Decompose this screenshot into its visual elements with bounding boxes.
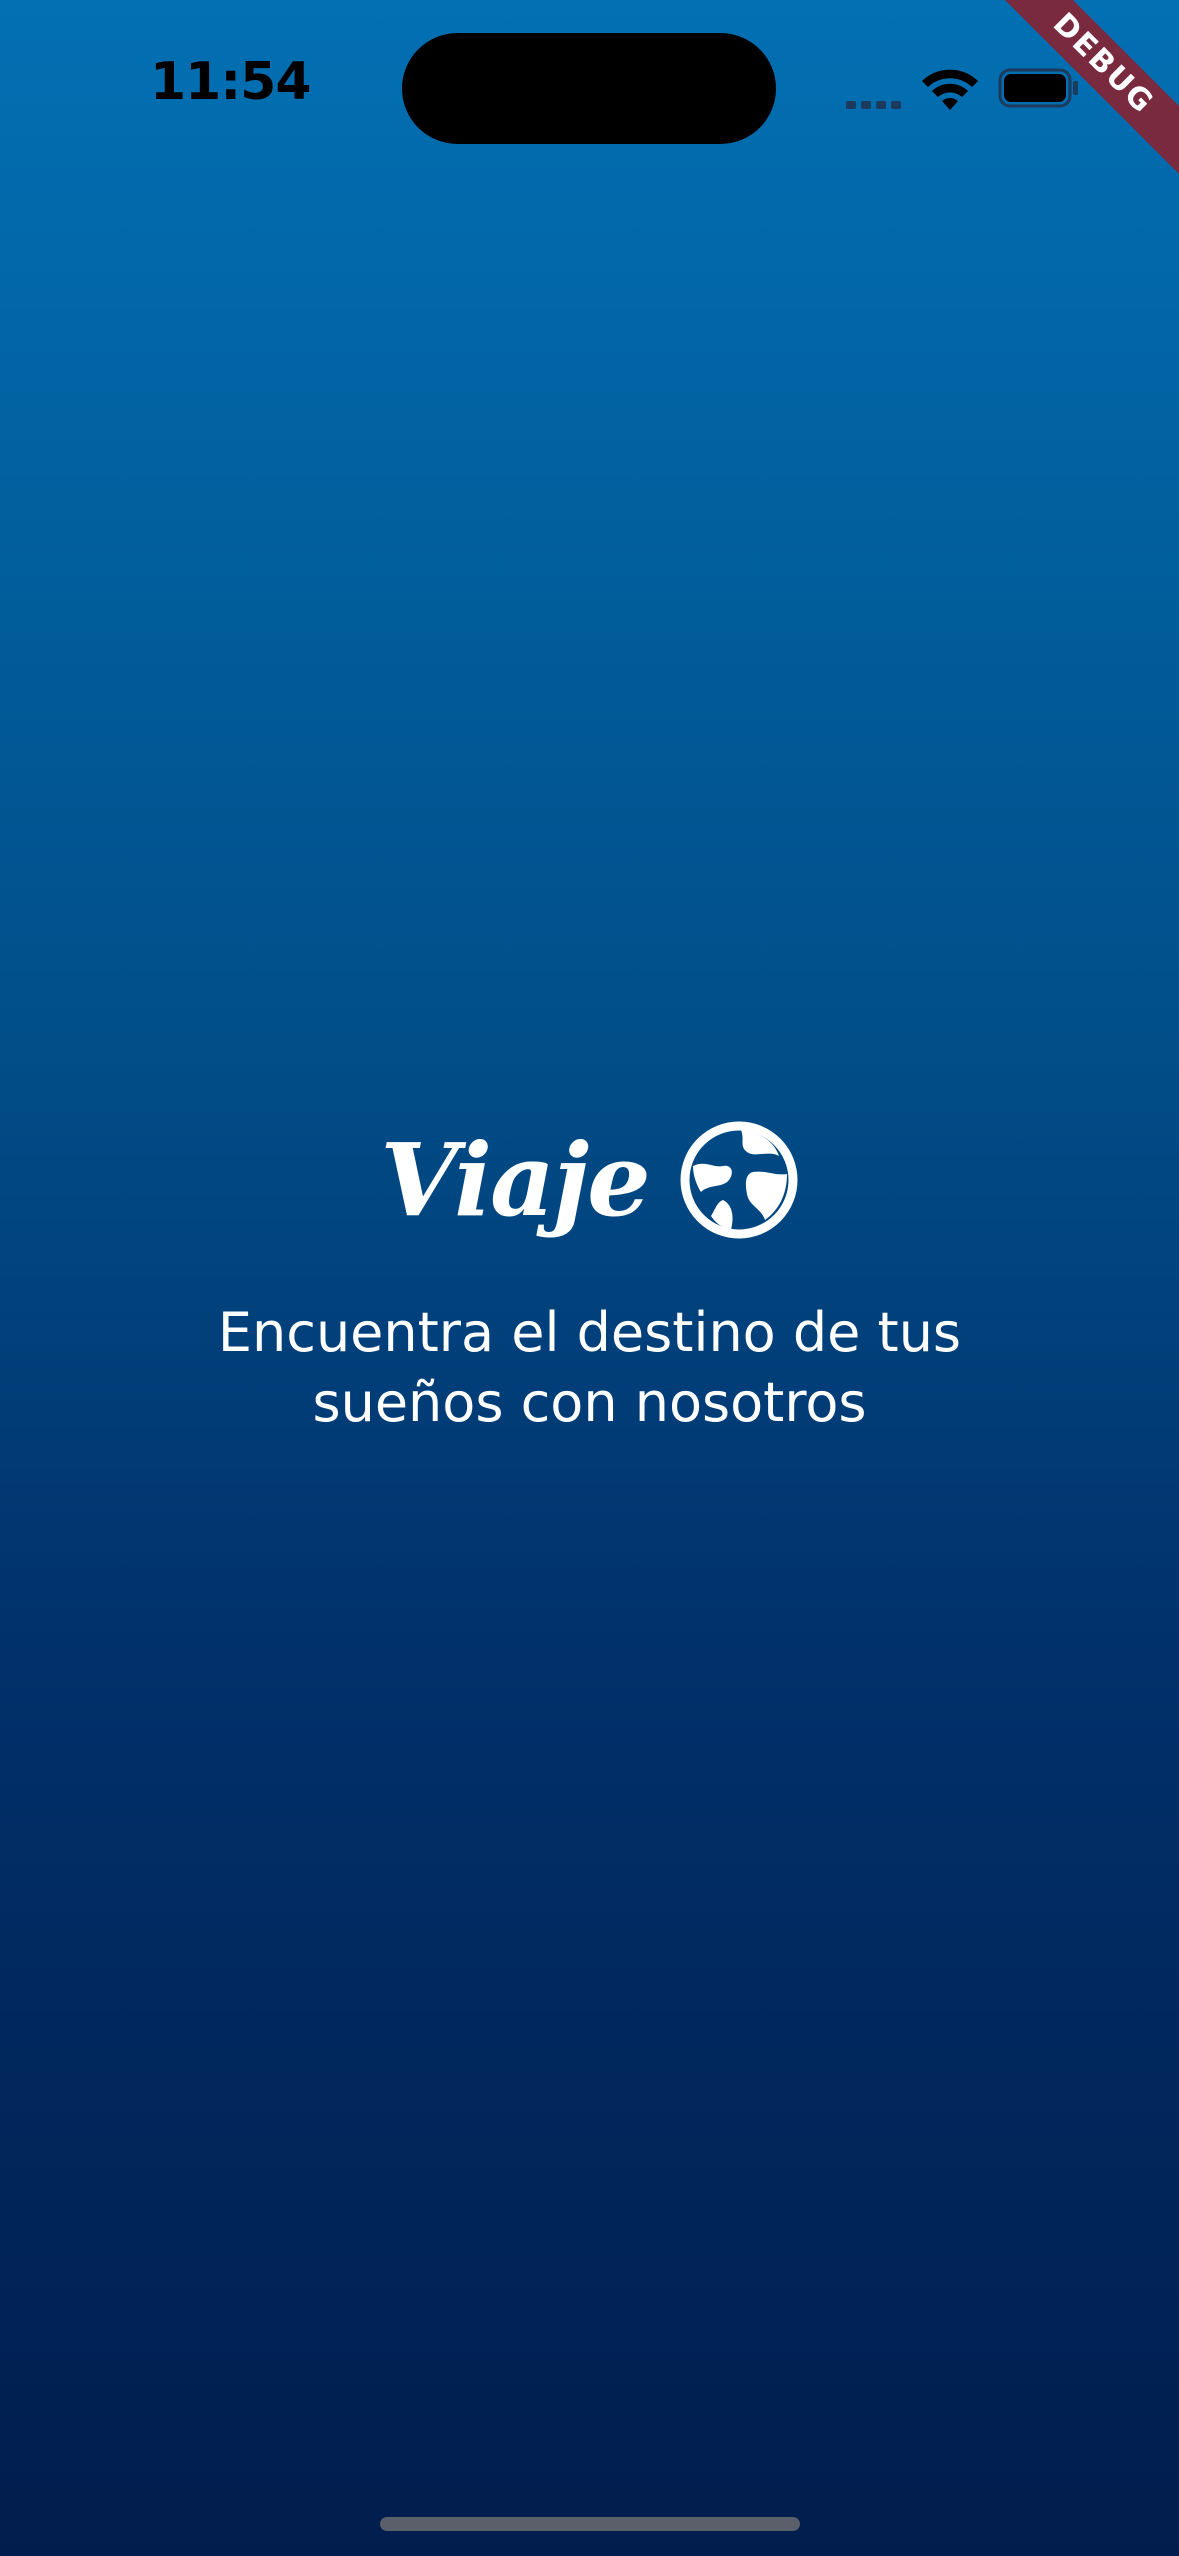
debug-banner: DEBUG xyxy=(979,0,1179,200)
dynamic-island xyxy=(402,33,776,144)
wifi-icon xyxy=(922,69,978,110)
debug-label: DEBUG xyxy=(979,0,1179,188)
globe-icon xyxy=(680,1121,798,1239)
app-logo: Viaje xyxy=(0,1115,1179,1245)
cellular-signal-icon xyxy=(846,96,906,109)
app-title: Viaje xyxy=(380,1121,650,1239)
status-clock: 11:54 xyxy=(150,52,312,112)
tagline-line-2: sueños con nosotros xyxy=(312,1371,867,1434)
tagline-line-1: Encuentra el destino de tus xyxy=(217,1301,962,1364)
tagline: Encuentra el destino de tus sueños con n… xyxy=(0,1298,1179,1438)
status-bar: 11:54 DEBUG xyxy=(0,0,1179,188)
home-indicator[interactable] xyxy=(380,2517,800,2531)
